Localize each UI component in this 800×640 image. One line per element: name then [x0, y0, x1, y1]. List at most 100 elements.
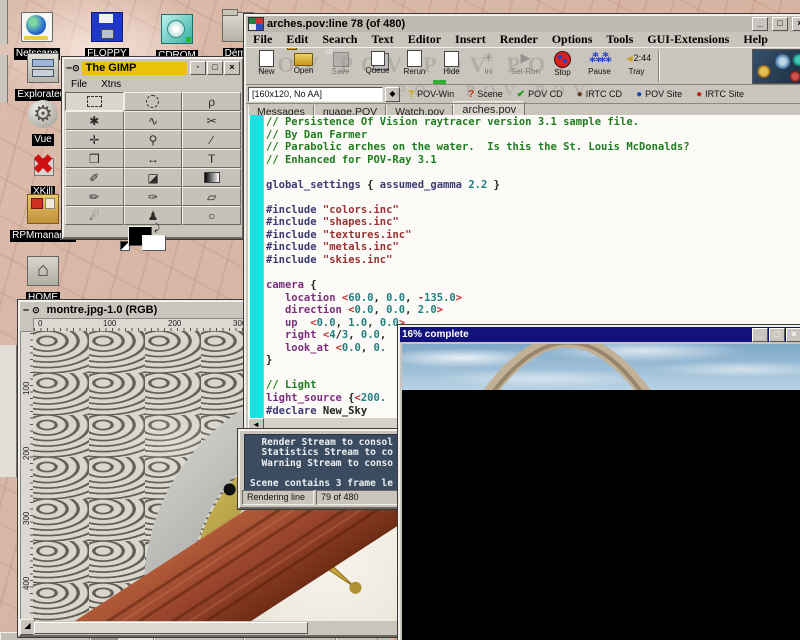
gimp-tool-flip[interactable]: ↔	[124, 149, 183, 168]
close-button[interactable]: ×	[786, 328, 800, 342]
menu-gui-extensions[interactable]: GUI-Extensions	[640, 32, 736, 47]
toolbar-button-new[interactable]: New	[248, 48, 285, 84]
toolbar-button-stop[interactable]: Stop	[544, 48, 581, 84]
povray-app-icon	[248, 17, 264, 31]
menu-search[interactable]: Search	[315, 32, 364, 47]
toolbar-button-queue[interactable]: Queue	[359, 48, 396, 84]
gimp-tool-rect-select[interactable]	[65, 92, 124, 111]
gimp-tool-grid: ρ ✱∿✂ ✛ ⚲∕ ❒↔T ✐◪✏ ✑ ▱ ☄♟○	[65, 92, 241, 225]
gimp-tool-paintbrush[interactable]: ✑	[124, 187, 183, 206]
window-shade-icon[interactable]: –	[23, 304, 29, 316]
maximize-button[interactable]: □	[207, 61, 223, 75]
code-segment: 0.0	[380, 317, 399, 329]
desktop-icon-cdrom[interactable]: CDROM	[144, 14, 210, 63]
tray-clock-icon: 2:44	[627, 50, 647, 67]
code-segment: "metals.inc"	[323, 241, 399, 253]
toolbar-button-open[interactable]: Open	[285, 48, 322, 84]
gimp-menu-xtns[interactable]: Xtns	[94, 79, 128, 90]
gimp-tool-fuzzy-select[interactable]: ✱	[65, 111, 124, 130]
desktop-icon-floppy[interactable]: FLOPPY	[74, 12, 140, 61]
quickbar-button-pov-site[interactable]: ●POV Site	[630, 89, 688, 100]
horizontal-scrollbar[interactable]	[33, 621, 396, 635]
background-color-swatch[interactable]	[142, 235, 166, 251]
toolbar-button-hide[interactable]: Hide	[433, 48, 470, 84]
quickbar-button-irtc-cd[interactable]: ●IRTC CD	[571, 89, 628, 100]
gimp-tool-magnify[interactable]: ⚲	[124, 130, 183, 149]
minimize-button[interactable]: _	[752, 328, 768, 342]
move-icon: ✛	[89, 134, 99, 146]
close-button[interactable]: ×	[224, 61, 240, 75]
code-segment: #declare	[266, 405, 317, 417]
gimp-tool-blend[interactable]	[182, 168, 241, 187]
quickbar-button-irtc-site[interactable]: ●IRTC Site	[690, 89, 750, 100]
quickbar-button-pov-win[interactable]: ?POV-Win	[402, 89, 460, 100]
menu-render[interactable]: Render	[493, 32, 545, 47]
gimp-tool-ellipse-select[interactable]	[124, 92, 183, 111]
gimp-tool-free-select[interactable]: ρ	[182, 92, 241, 111]
gimp-tool-scissors[interactable]: ✂	[182, 111, 241, 130]
code-segment: ,	[374, 304, 387, 316]
code-line: #include "textures.inc"	[266, 229, 800, 242]
quickbar-button-label: IRTC CD	[586, 89, 622, 99]
gimp-tool-airbrush[interactable]: ☄	[65, 206, 124, 225]
menu-help[interactable]: Help	[736, 32, 775, 47]
open-folder-icon	[294, 53, 313, 66]
menu-editor[interactable]: Editor	[401, 32, 448, 47]
maximize-button[interactable]: □	[769, 328, 785, 342]
toolbar-button-label: Sel-Run	[507, 67, 544, 76]
gimp-tool-eraser[interactable]: ▱	[182, 187, 241, 206]
code-segment: "colors.inc"	[323, 204, 399, 216]
gimp-tool-pencil[interactable]: ✏	[65, 187, 124, 206]
maximize-button[interactable]: □	[772, 17, 788, 31]
gimp-tool-bucket-fill[interactable]: ◪	[124, 168, 183, 187]
toolbar-button-tray[interactable]: 2:44Tray	[618, 48, 655, 84]
paintbrush-icon: ✑	[148, 191, 158, 203]
gimp-titlebar[interactable]: – ⊙ The GIMP · □ ×	[64, 59, 242, 77]
toolbar-button-label: Queue	[359, 66, 396, 75]
scrollbar-thumb[interactable]	[34, 622, 308, 634]
menu-text[interactable]: Text	[364, 32, 400, 47]
toolbar-button-rerun[interactable]: Rerun	[396, 48, 433, 84]
pushpin-icon[interactable]: ⊙	[72, 63, 80, 74]
toolbar-button-pause[interactable]: ⁂⁂Pause	[581, 48, 618, 84]
pushpin-icon[interactable]: ⊙	[32, 305, 40, 316]
gimp-tool-clone[interactable]: ♟	[124, 206, 183, 225]
close-button[interactable]: ×	[792, 17, 800, 31]
quickbar-button-pov-cd[interactable]: ✔POV CD	[511, 89, 569, 100]
quickbar-button-scene[interactable]: ?Scene	[462, 89, 509, 100]
menu-tools[interactable]: Tools	[599, 32, 640, 47]
minimize-button[interactable]: _	[752, 17, 768, 31]
toolbar-button-label: Rerun	[396, 67, 433, 76]
render-titlebar[interactable]: 16% complete _ □ ×	[400, 327, 800, 342]
gimp-tool-crop[interactable]: ∕	[182, 130, 241, 149]
gimp-tool-move[interactable]: ✛	[65, 130, 124, 149]
edge-window-sliver[interactable]	[0, 55, 8, 103]
irtc-site-icon: ●	[696, 89, 702, 100]
render-preset-combobox[interactable]: [160x120, No AA]	[248, 87, 383, 102]
gimp-tool-color-picker[interactable]: ✐	[65, 168, 124, 187]
menu-file[interactable]: File	[246, 32, 279, 47]
gimp-tool-bezier-select[interactable]: ∿	[124, 111, 183, 130]
rpm-icon	[27, 194, 59, 224]
code-segment: 0.0	[355, 304, 374, 316]
desktop-icon-home[interactable]: HOME	[10, 256, 76, 305]
edge-window-sliver[interactable]	[0, 345, 17, 477]
code-line	[266, 267, 800, 280]
menu-insert[interactable]: Insert	[448, 32, 493, 47]
gimp-tool-blur[interactable]: ○	[182, 206, 241, 225]
gimp-tool-text[interactable]: T	[182, 149, 241, 168]
menu-edit[interactable]: Edit	[279, 32, 315, 47]
gimp-menu-file[interactable]: File	[64, 79, 94, 90]
code-line: // Persistence Of Vision raytracer versi…	[266, 116, 800, 129]
swap-colors-icon[interactable]: ⤸	[154, 223, 160, 234]
toolbar-button-ini: ✳Ini	[470, 48, 507, 84]
povray-titlebar[interactable]: arches.pov:line 78 (of 480) _ □ ×	[246, 16, 800, 32]
render-arch	[402, 344, 800, 390]
menu-options[interactable]: Options	[545, 32, 600, 47]
code-segment: // Light	[266, 379, 317, 391]
iconify-button[interactable]: ·	[190, 61, 206, 75]
toolbar-button-label: Ini	[470, 67, 507, 76]
preset-dropdown-button[interactable]: ◆	[385, 87, 400, 102]
gimp-tool-transform[interactable]: ❒	[65, 149, 124, 168]
quickbar-button-label: POV-Win	[417, 89, 454, 99]
